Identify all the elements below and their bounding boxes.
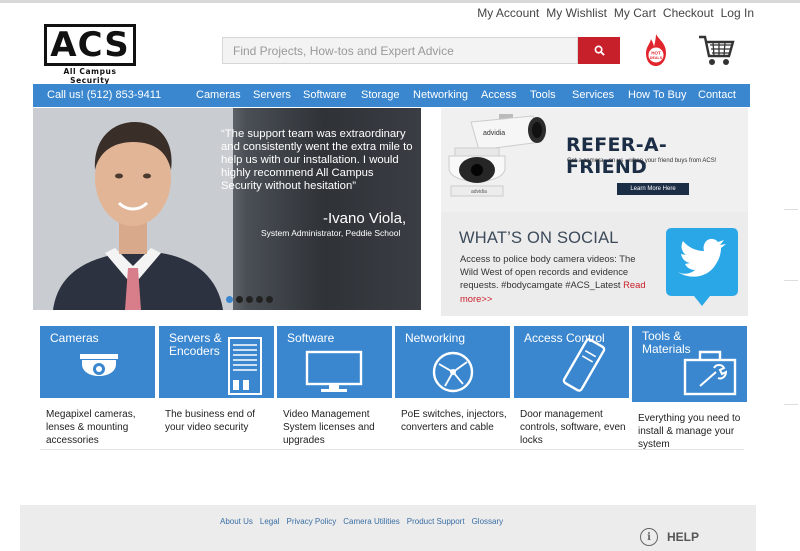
category-networking[interactable]: Networking PoE switches, injectors, conv… bbox=[395, 326, 510, 446]
nav-contact[interactable]: Contact bbox=[698, 89, 736, 101]
nav-software[interactable]: Software bbox=[303, 89, 346, 101]
footer-glossary-link[interactable]: Glossary bbox=[472, 517, 504, 526]
search-icon bbox=[594, 45, 605, 56]
svg-text:HOT: HOT bbox=[651, 51, 661, 56]
category-description: Everything you need to install & manage … bbox=[638, 413, 741, 450]
category-description: The business end of your video security bbox=[165, 409, 256, 433]
promo-title: REFER-A-FRIEND bbox=[566, 134, 668, 178]
slider-dots bbox=[226, 296, 273, 303]
log-in-link[interactable]: Log In bbox=[721, 6, 754, 20]
refer-a-friend-banner[interactable]: advidia advidia REFER-A-FRIEND Get a cam… bbox=[441, 108, 748, 212]
top-border bbox=[0, 0, 800, 3]
testimonial-portrait bbox=[33, 108, 233, 310]
category-tile[interactable]: Servers & Encoders bbox=[159, 326, 274, 398]
site-logo[interactable]: ACS All Campus Security bbox=[44, 24, 136, 85]
search-input[interactable]: Find Projects, How-tos and Expert Advice bbox=[222, 37, 578, 64]
category-tile[interactable]: Networking bbox=[395, 326, 510, 398]
nav-access[interactable]: Access bbox=[481, 89, 516, 101]
category-title: Networking bbox=[405, 331, 466, 345]
nav-services[interactable]: Services bbox=[572, 89, 614, 101]
category-tile[interactable]: Tools & Materials bbox=[632, 326, 747, 402]
testimonial-name: -Ivano Viola, bbox=[323, 210, 407, 227]
promo-brand-text: advidia bbox=[483, 130, 505, 137]
learn-more-button[interactable]: Learn More Here bbox=[617, 183, 689, 195]
category-cameras[interactable]: Cameras Megapixel cameras, lenses & moun… bbox=[40, 326, 155, 446]
category-tile[interactable]: Software bbox=[277, 326, 392, 398]
social-text: Access to police body camera videos: The… bbox=[460, 252, 656, 305]
logo-mark: ACS bbox=[44, 24, 136, 66]
testimonial-title: System Administrator, Peddie School bbox=[261, 228, 401, 238]
toolbox-icon bbox=[683, 350, 737, 396]
nav-tools[interactable]: Tools bbox=[530, 89, 556, 101]
slider-dot-3[interactable] bbox=[246, 296, 253, 303]
content-divider bbox=[40, 449, 744, 450]
my-account-link[interactable]: My Account bbox=[477, 6, 539, 20]
slider-dot-1[interactable] bbox=[226, 296, 233, 303]
nav-how-to-buy[interactable]: How To Buy bbox=[628, 89, 687, 101]
slider-dot-5[interactable] bbox=[266, 296, 273, 303]
testimonial-quote: “The support team was extraordinary and … bbox=[221, 128, 413, 192]
category-description: Door management controls, software, even… bbox=[520, 409, 626, 446]
my-wishlist-link[interactable]: My Wishlist bbox=[546, 6, 607, 20]
svg-text:DEALS: DEALS bbox=[650, 56, 663, 60]
edge-mark bbox=[784, 209, 798, 210]
help-button[interactable]: i HELP bbox=[640, 528, 699, 546]
edge-mark bbox=[784, 280, 798, 281]
social-panel: WHAT’S ON SOCIAL Access to police body c… bbox=[441, 212, 748, 316]
category-access-control[interactable]: Access Control Door management controls,… bbox=[514, 326, 629, 446]
edge-mark bbox=[784, 404, 798, 405]
checkout-link[interactable]: Checkout bbox=[663, 6, 714, 20]
phone-number[interactable]: Call us! (512) 853-9411 bbox=[47, 89, 161, 101]
slider-dot-4[interactable] bbox=[256, 296, 263, 303]
site-footer: About Us Legal Privacy Policy Camera Uti… bbox=[20, 505, 756, 551]
social-body-text: Access to police body camera videos: The… bbox=[460, 253, 636, 291]
server-icon bbox=[228, 337, 262, 395]
nav-storage[interactable]: Storage bbox=[361, 89, 400, 101]
footer-legal-link[interactable]: Legal bbox=[260, 517, 280, 526]
logo-subtitle: All Campus Security bbox=[63, 67, 117, 85]
info-icon: i bbox=[640, 528, 658, 546]
nav-networking[interactable]: Networking bbox=[413, 89, 468, 101]
help-label: HELP bbox=[667, 530, 700, 544]
cart-icon[interactable] bbox=[698, 34, 736, 68]
security-cameras-image: advidia advidia bbox=[448, 114, 546, 197]
search-button[interactable] bbox=[578, 37, 620, 64]
access-card-icon bbox=[562, 338, 606, 392]
category-software[interactable]: Software Video Management System license… bbox=[277, 326, 392, 446]
my-cart-link[interactable]: My Cart bbox=[614, 6, 656, 20]
footer-about-us-link[interactable]: About Us bbox=[220, 517, 253, 526]
category-tile[interactable]: Access Control bbox=[514, 326, 629, 398]
main-navigation: Call us! (512) 853-9411 Cameras Servers … bbox=[33, 84, 750, 107]
category-tools-materials[interactable]: Tools & Materials Everything you need to… bbox=[632, 326, 747, 450]
category-title: Software bbox=[287, 331, 335, 345]
monitor-icon bbox=[305, 350, 363, 392]
category-title-text: Servers & Encoders bbox=[169, 331, 222, 358]
testimonial-slider[interactable]: “The support team was extraordinary and … bbox=[33, 108, 421, 310]
dome-brand-text: advidia bbox=[471, 189, 487, 195]
hot-deals-icon[interactable]: HOT DEALS bbox=[641, 33, 671, 67]
category-description: Video Management System licenses and upg… bbox=[283, 409, 375, 446]
category-title: Cameras bbox=[50, 331, 99, 345]
category-tile[interactable]: Cameras bbox=[40, 326, 155, 398]
nav-cameras[interactable]: Cameras bbox=[196, 89, 241, 101]
twitter-icon[interactable] bbox=[664, 224, 740, 308]
footer-links: About Us Legal Privacy Policy Camera Uti… bbox=[220, 517, 503, 526]
category-grid: Cameras Megapixel cameras, lenses & moun… bbox=[40, 326, 748, 451]
social-title: WHAT’S ON SOCIAL bbox=[459, 229, 619, 247]
category-description: PoE switches, injectors, converters and … bbox=[401, 409, 507, 433]
category-description: Megapixel cameras, lenses & mounting acc… bbox=[46, 409, 136, 446]
footer-product-support-link[interactable]: Product Support bbox=[407, 517, 465, 526]
dome-camera-icon bbox=[80, 354, 118, 376]
slider-dot-2[interactable] bbox=[236, 296, 243, 303]
promo-subtitle: Get a camera - on us - when your friend … bbox=[567, 158, 717, 164]
account-links: My Account My Wishlist My Cart Checkout … bbox=[477, 6, 754, 20]
nav-servers[interactable]: Servers bbox=[253, 89, 291, 101]
footer-camera-utilities-link[interactable]: Camera Utilities bbox=[343, 517, 399, 526]
network-globe-icon bbox=[432, 351, 474, 393]
footer-privacy-policy-link[interactable]: Privacy Policy bbox=[286, 517, 336, 526]
category-servers-encoders[interactable]: Servers & Encoders The business end of y… bbox=[159, 326, 274, 446]
